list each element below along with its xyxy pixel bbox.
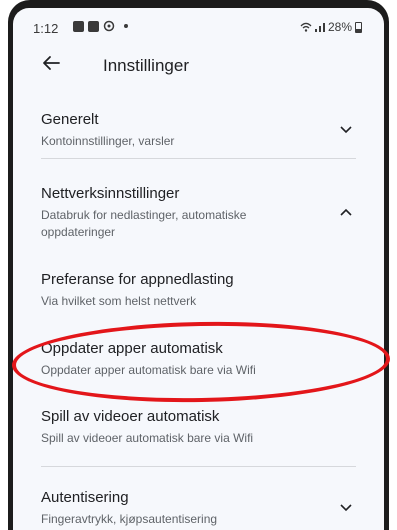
settings-screen: 1:12 28% Innstillinger Generelt Kontoinn… bbox=[13, 8, 384, 530]
item-title: Spill av videoer automatisk bbox=[41, 408, 220, 425]
item-subtitle: Via hvilket som helst nettverk bbox=[41, 294, 197, 308]
settings-item-autoplay-videos[interactable]: Spill av videoer automatisk Spill av vid… bbox=[41, 407, 356, 447]
more-notifications-icon bbox=[124, 24, 128, 28]
item-title: Nettverksinnstillinger bbox=[41, 185, 180, 202]
image-icon bbox=[88, 20, 99, 32]
status-right: 28% bbox=[300, 20, 362, 34]
page-title: Innstillinger bbox=[103, 56, 189, 75]
battery-icon bbox=[355, 21, 362, 33]
settings-item-general[interactable]: Generelt Kontoinnstillinger, varsler bbox=[41, 110, 356, 150]
cell-signal-icon bbox=[314, 23, 325, 32]
status-time: 1:12 bbox=[33, 21, 59, 36]
section-divider bbox=[41, 466, 356, 467]
item-subtitle: Spill av videoer automatisk bare via Wif… bbox=[41, 431, 254, 445]
back-arrow-icon[interactable] bbox=[39, 51, 63, 75]
wifi-icon bbox=[300, 22, 312, 32]
item-subtitle: Databruk for nedlastinger, automatiske o… bbox=[41, 208, 247, 239]
chevron-down-icon[interactable] bbox=[336, 120, 356, 140]
item-title: Preferanse for appnedlasting bbox=[41, 271, 234, 288]
item-subtitle: Fingeravtrykk, kjøpsautentisering bbox=[41, 512, 218, 526]
settings-item-authentication[interactable]: Autentisering Fingeravtrykk, kjøpsautent… bbox=[41, 488, 356, 528]
chevron-up-icon[interactable] bbox=[336, 202, 356, 222]
sync-icon bbox=[103, 20, 115, 32]
item-subtitle: Kontoinnstillinger, varsler bbox=[41, 134, 175, 148]
item-title: Autentisering bbox=[41, 489, 129, 506]
section-divider bbox=[41, 158, 356, 159]
app-bar: Innstillinger bbox=[13, 46, 384, 82]
status-bar: 1:12 28% bbox=[13, 8, 384, 42]
settings-item-app-download-preference[interactable]: Preferanse for appnedlasting Via hvilket… bbox=[41, 270, 356, 310]
notification-icons bbox=[73, 20, 128, 32]
chevron-down-icon[interactable] bbox=[336, 498, 356, 518]
settings-item-network[interactable]: Nettverksinnstillinger Databruk for nedl… bbox=[41, 184, 356, 241]
item-title: Generelt bbox=[41, 111, 99, 128]
message-icon bbox=[73, 20, 84, 32]
battery-percent: 28% bbox=[327, 20, 352, 34]
